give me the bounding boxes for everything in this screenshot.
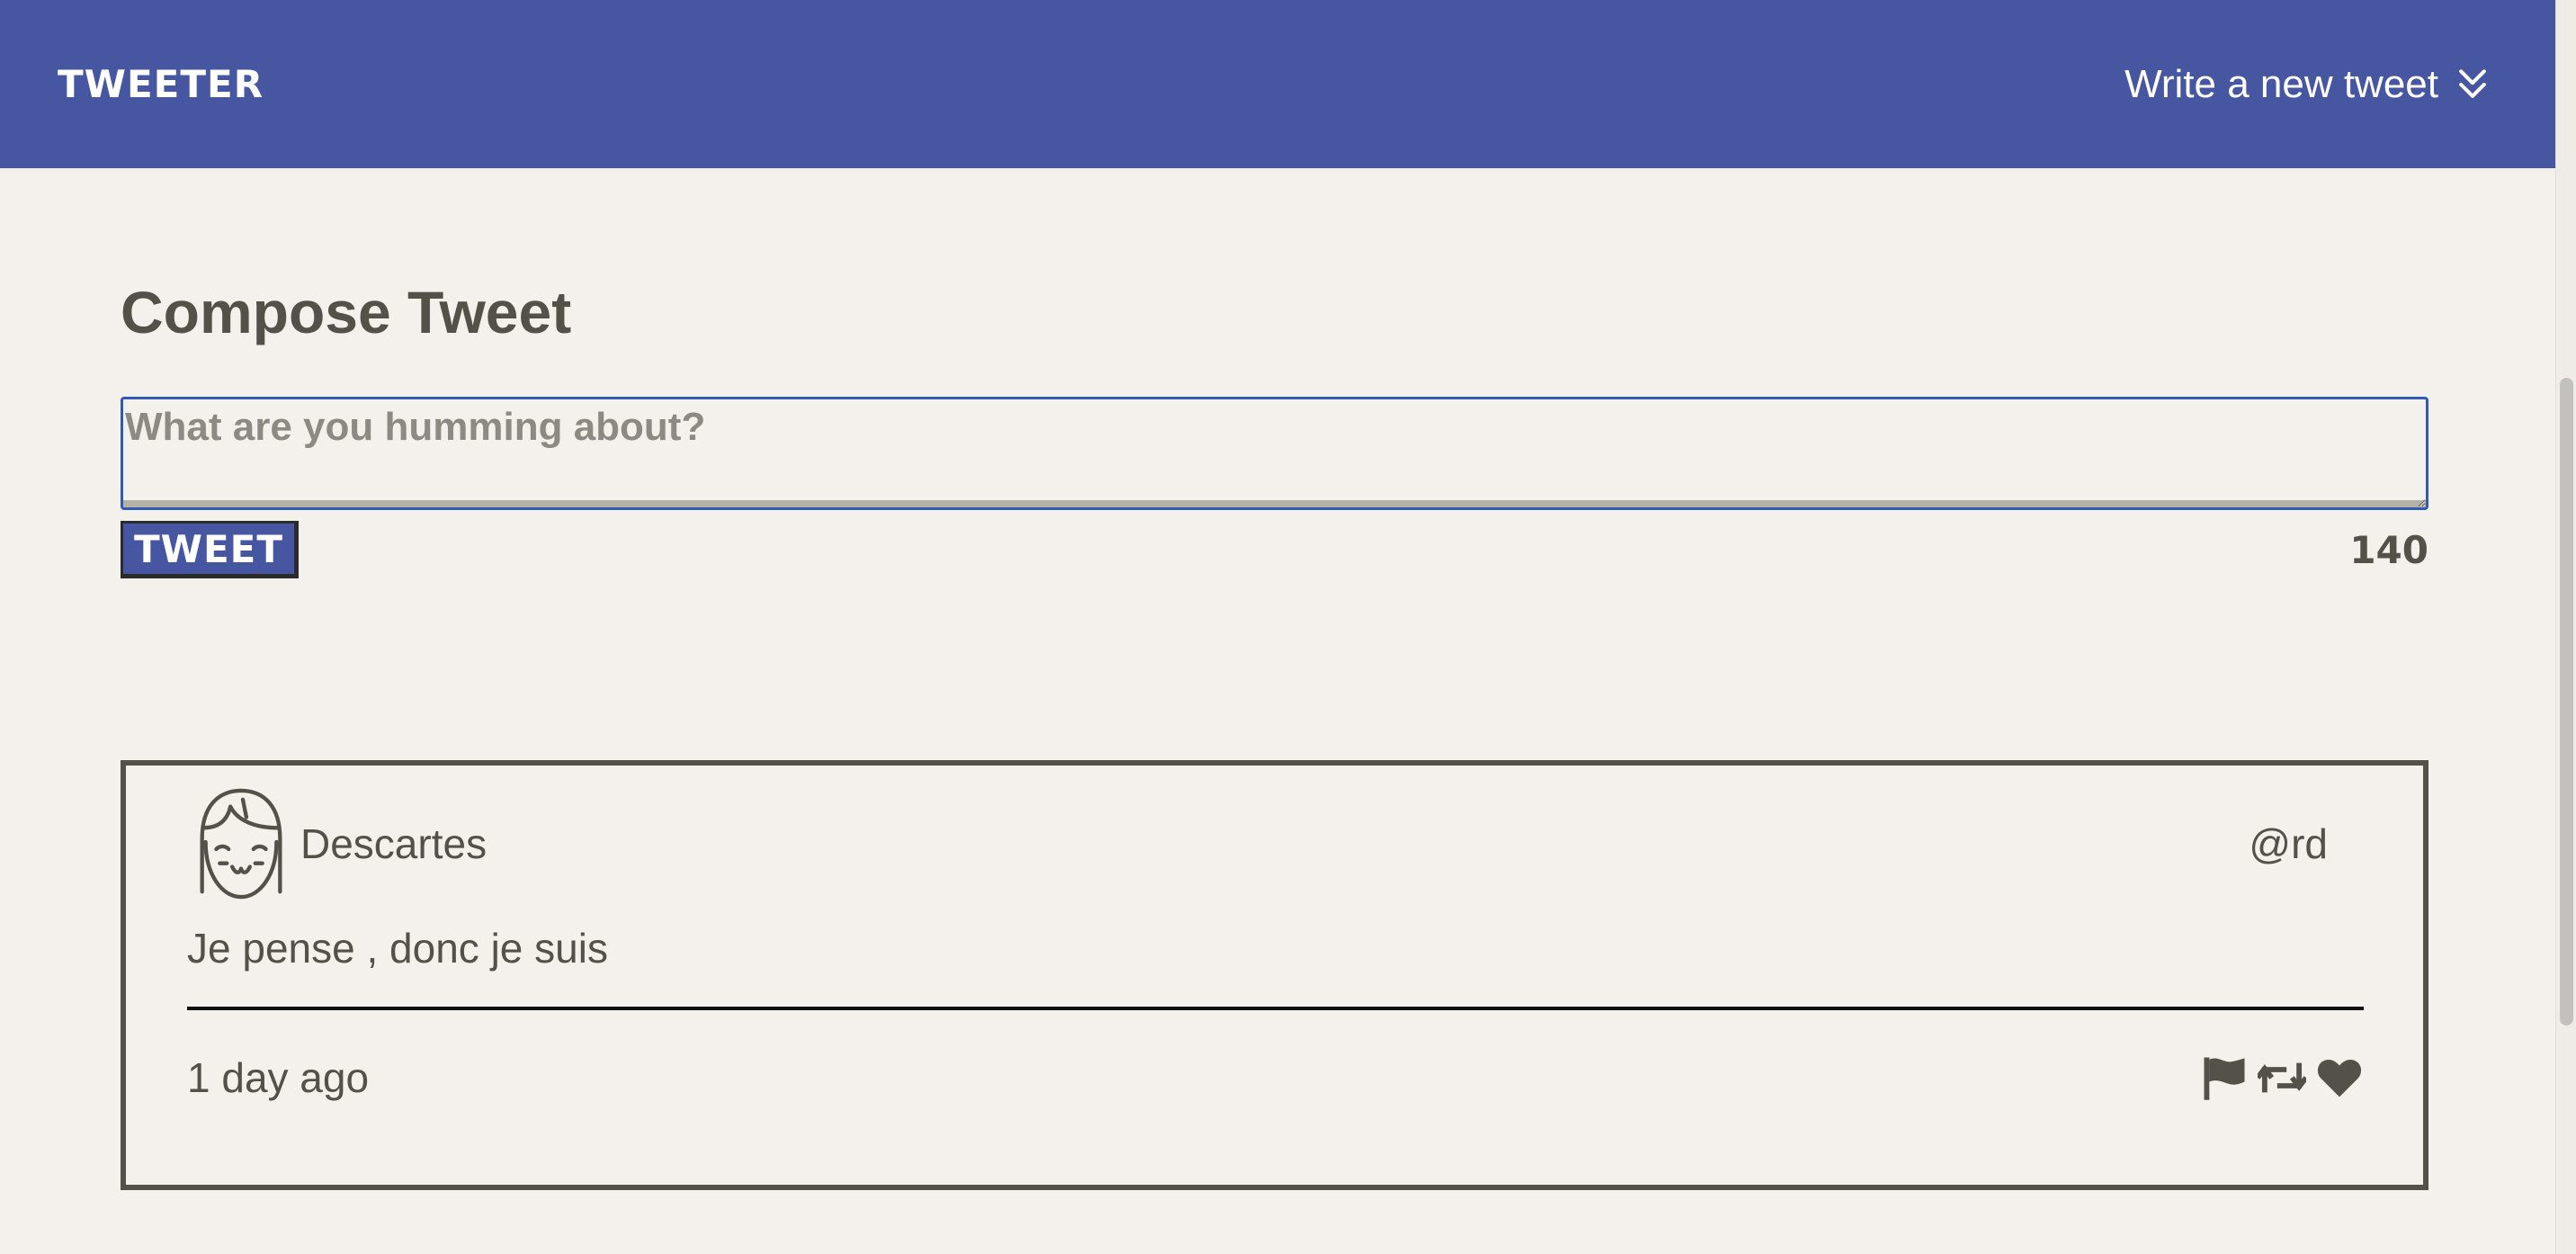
scrollbar-thumb[interactable] xyxy=(2560,378,2573,1026)
like-button[interactable] xyxy=(2315,1053,2364,1102)
heart-icon xyxy=(2317,1059,2362,1097)
top-nav-bar: TWEETER Write a new tweet xyxy=(0,0,2555,168)
tweet-body: Je pense , donc je suis xyxy=(187,925,608,972)
compose-section: Compose Tweet TWEET 140 xyxy=(121,168,2428,578)
retweet-icon xyxy=(2258,1062,2306,1093)
brand-logo[interactable]: TWEETER xyxy=(58,62,264,106)
tweet-header: Descartes @rd xyxy=(187,766,2364,922)
compose-title: Compose Tweet xyxy=(121,279,572,345)
tweet-author: Descartes xyxy=(187,785,487,902)
page-scrollbar[interactable] xyxy=(2555,0,2576,1254)
tweet-timestamp: 1 day ago xyxy=(187,1054,370,1101)
character-counter: 140 xyxy=(2349,527,2428,572)
double-chevron-down-icon xyxy=(2459,68,2486,98)
tweet-submit-button[interactable]: TWEET xyxy=(121,521,299,578)
flag-button[interactable] xyxy=(2200,1053,2249,1102)
tweet-actions xyxy=(2200,1053,2364,1102)
retweet-button[interactable] xyxy=(2258,1053,2306,1102)
write-new-tweet-label: Write a new tweet xyxy=(2124,61,2438,106)
compose-footer: TWEET 140 xyxy=(121,521,2428,578)
tweet-card: Descartes @rd Je pense , donc je suis 1 … xyxy=(121,760,2428,1190)
flag-icon xyxy=(2204,1057,2245,1100)
tweet-author-name: Descartes xyxy=(300,820,487,867)
girl-face-avatar-icon xyxy=(200,788,282,900)
tweet-footer: 1 day ago xyxy=(187,1010,2364,1145)
tweet-text-input[interactable] xyxy=(121,397,2428,510)
tweet-author-handle: @rd xyxy=(2249,820,2328,867)
write-new-tweet-link[interactable]: Write a new tweet xyxy=(2124,62,2492,107)
